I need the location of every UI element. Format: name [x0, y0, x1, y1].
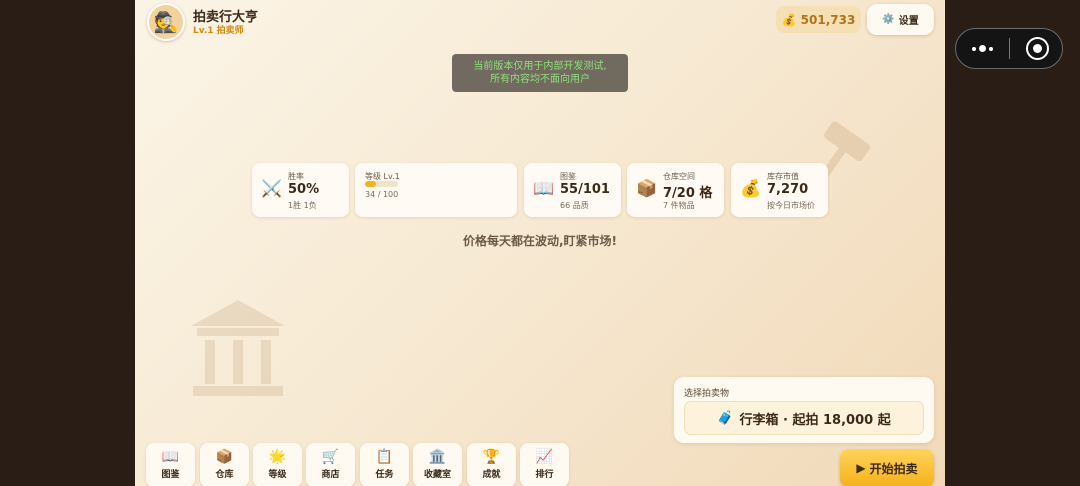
play-icon: ▶: [856, 461, 866, 475]
nav-warehouse[interactable]: 📦 仓库: [200, 443, 249, 486]
money-bag-icon: 💰: [740, 179, 762, 199]
nav-label: 成就: [482, 470, 501, 480]
notice-line-1: 当前版本仅用于内部开发测试,: [473, 61, 607, 72]
xp-progress-fill: [365, 181, 377, 187]
codex-value: 55/101: [560, 182, 610, 197]
close-miniprogram-button[interactable]: [1026, 37, 1049, 60]
dev-notice-toast: 当前版本仅用于内部开发测试, 所有内容均不面向用户: [452, 54, 628, 92]
level-card: 等级 Lv.1 34 / 100: [355, 163, 517, 217]
cart-icon: 🛒: [321, 449, 340, 465]
inventory-value: 7,270: [767, 182, 809, 197]
nav-label: 排行: [535, 470, 554, 480]
nav-label: 仓库: [215, 470, 234, 480]
target-icon: [1033, 44, 1042, 53]
nav-achievements[interactable]: 🏆 成就: [467, 443, 516, 486]
coin-amount: 501,733: [800, 12, 856, 27]
money-bag-icon: 💰: [781, 12, 797, 27]
warehouse-items: 7 件物品: [663, 201, 695, 210]
museum-decoration-icon: [191, 300, 285, 396]
nav-label: 图鉴: [161, 470, 180, 480]
nav-shop[interactable]: 🛒 商店: [306, 443, 355, 486]
detective-avatar-icon: 🕵️: [153, 10, 179, 34]
more-menu-button[interactable]: [956, 29, 1009, 68]
warehouse-card: 📦 仓库空间 7/20 格 7 件物品: [627, 163, 724, 217]
win-rate-value: 50%: [288, 182, 320, 197]
start-auction-button[interactable]: ▶ 开始拍卖: [840, 449, 934, 486]
museum-icon: 🏛️: [428, 449, 447, 465]
dot-icon: [979, 45, 986, 52]
settings-label: 设置: [898, 16, 919, 27]
xp-value: 34 / 100: [365, 190, 399, 199]
win-loss-record: 1胜 1负: [288, 201, 317, 210]
player-avatar[interactable]: 🕵️: [147, 3, 185, 41]
win-rate-label: 胜率: [288, 172, 304, 181]
codex-card: 📖 图鉴 55/101 66 品质: [524, 163, 621, 217]
dot-icon: [989, 46, 993, 51]
nav-collection-room[interactable]: 🏛️ 收藏室: [413, 443, 462, 486]
inventory-value-card: 💰 库存市值 7,270 按今日市场价: [731, 163, 828, 217]
win-rate-card: ⚔️ 胜率 50% 1胜 1负: [252, 163, 349, 217]
book-icon: 📖: [161, 449, 180, 465]
nav-leaderboard[interactable]: 📈 排行: [520, 443, 569, 486]
xp-progress-bar: [365, 181, 398, 187]
gear-icon: ⚙️: [882, 14, 895, 25]
start-auction-label: 开始拍卖: [869, 461, 918, 476]
miniprogram-capsule: [955, 28, 1063, 69]
chart-icon: 📈: [535, 449, 554, 465]
market-tagline: 价格每天都在波动,盯紧市场!: [462, 234, 618, 248]
clipboard-icon: 📋: [375, 449, 394, 465]
notice-line-2: 所有内容均不面向用户: [490, 74, 590, 85]
warehouse-value: 7/20 格: [663, 186, 713, 201]
nav-label: 收藏室: [423, 470, 451, 480]
capsule-divider: [1009, 38, 1010, 59]
player-level: Lv.1 拍卖师: [193, 26, 244, 36]
suitcase-icon: 🧳: [717, 410, 734, 426]
crossed-swords-icon: ⚔️: [261, 179, 283, 199]
nav-level[interactable]: 🌟 等级: [253, 443, 302, 486]
nav-tasks[interactable]: 📋 任务: [360, 443, 409, 486]
codex-quality: 66 品质: [560, 201, 589, 210]
codex-label: 图鉴: [560, 172, 576, 181]
box-icon: 📦: [636, 179, 658, 199]
trophy-icon: 🏆: [482, 449, 501, 465]
nav-codex[interactable]: 📖 图鉴: [146, 443, 195, 486]
coin-balance: 💰 501,733: [776, 6, 861, 33]
auction-item-text: 行李箱 · 起拍 18,000 起: [739, 412, 891, 428]
auction-select-panel: 选择拍卖物 🧳 行李箱 · 起拍 18,000 起: [674, 377, 934, 443]
game-screen: 🕵️ 拍卖行大亨 Lv.1 拍卖师 💰 501,733 ⚙️ 设置 当前版本仅用…: [135, 0, 945, 486]
nav-label: 等级: [268, 470, 287, 480]
auction-item-selector[interactable]: 🧳 行李箱 · 起拍 18,000 起: [684, 401, 924, 435]
nav-label: 任务: [375, 470, 394, 480]
book-icon: 📖: [533, 179, 555, 199]
star-icon: 🌟: [268, 449, 287, 465]
warehouse-label: 仓库空间: [663, 172, 695, 181]
auction-select-title: 选择拍卖物: [684, 389, 730, 399]
nav-label: 商店: [321, 470, 340, 480]
dot-icon: [972, 46, 976, 51]
box-icon: 📦: [215, 449, 234, 465]
inventory-value-note: 按今日市场价: [767, 201, 815, 210]
settings-button[interactable]: ⚙️ 设置: [867, 4, 934, 35]
inventory-value-label: 库存市值: [767, 172, 799, 181]
